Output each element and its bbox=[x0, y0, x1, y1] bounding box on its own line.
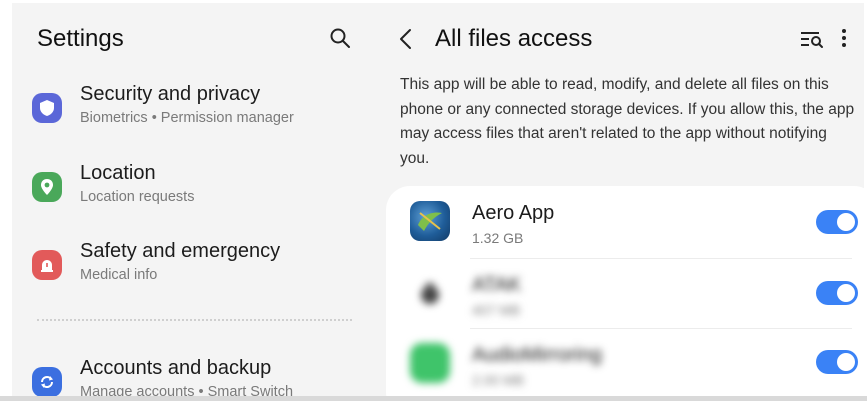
app-access-toggle[interactable] bbox=[816, 281, 858, 305]
settings-item-title: Safety and emergency bbox=[80, 240, 281, 262]
settings-item-subtitle: Biometrics • Permission manager bbox=[80, 110, 294, 126]
app-size: 1.32 GB bbox=[472, 230, 524, 246]
filter-search-icon bbox=[801, 32, 823, 48]
detail-pane: All files access This app will be able t… bbox=[372, 3, 864, 396]
app-size: 407 MB bbox=[472, 302, 521, 318]
app-row-aero-app[interactable]: Aero App 1.32 GB bbox=[386, 186, 864, 256]
settings-item-subtitle: Medical info bbox=[80, 267, 158, 283]
aero-app-icon bbox=[410, 201, 450, 241]
shield-icon bbox=[32, 93, 62, 123]
settings-item-subtitle: Manage accounts • Smart Switch bbox=[80, 384, 294, 396]
app-row-atak[interactable]: ATAK 407 MB bbox=[386, 258, 864, 328]
settings-item-title: Security and privacy bbox=[80, 83, 261, 105]
search-button[interactable] bbox=[328, 26, 352, 50]
apps-card: Aero App 1.32 GB ATAK 407 MB AudioMirror… bbox=[386, 186, 864, 396]
back-button[interactable] bbox=[395, 25, 419, 53]
app-row-audiomirroring[interactable]: AudioMirroring 2.00 MB bbox=[386, 328, 864, 396]
app-name: Aero App bbox=[472, 202, 555, 224]
app-access-toggle[interactable] bbox=[816, 350, 858, 374]
settings-item-subtitle: Location requests bbox=[80, 189, 195, 205]
screen: Settings Security and privacy Biometrics… bbox=[12, 3, 864, 396]
location-pin-icon bbox=[32, 172, 62, 202]
app-name: AudioMirroring bbox=[472, 344, 603, 366]
settings-item-title: Location bbox=[80, 162, 156, 184]
audiomirroring-app-icon bbox=[410, 343, 450, 383]
bottom-shade bbox=[0, 396, 867, 401]
more-vert-icon bbox=[842, 29, 846, 47]
sync-icon bbox=[32, 367, 62, 396]
app-name: ATAK bbox=[472, 274, 522, 296]
search-icon bbox=[330, 28, 350, 48]
section-divider bbox=[37, 319, 352, 321]
settings-item-location[interactable]: Location Location requests bbox=[12, 162, 372, 222]
siren-icon bbox=[32, 250, 62, 280]
back-arrow-icon bbox=[400, 29, 411, 49]
settings-title: Settings bbox=[37, 25, 124, 52]
settings-item-safety-emergency[interactable]: Safety and emergency Medical info bbox=[12, 240, 372, 300]
app-access-toggle[interactable] bbox=[816, 210, 858, 234]
settings-item-accounts-backup[interactable]: Accounts and backup Manage accounts • Sm… bbox=[12, 357, 372, 396]
description-text: This app will be able to read, modify, a… bbox=[400, 76, 855, 167]
settings-item-title: Accounts and backup bbox=[80, 357, 272, 379]
app-size: 2.00 MB bbox=[472, 372, 525, 388]
settings-item-security-privacy[interactable]: Security and privacy Biometrics • Permis… bbox=[12, 83, 372, 143]
filter-search-button[interactable] bbox=[799, 27, 825, 51]
more-options-button[interactable] bbox=[838, 25, 850, 51]
page-title: All files access bbox=[435, 25, 593, 52]
settings-pane: Settings Security and privacy Biometrics… bbox=[12, 3, 372, 396]
atak-app-icon bbox=[410, 273, 450, 313]
